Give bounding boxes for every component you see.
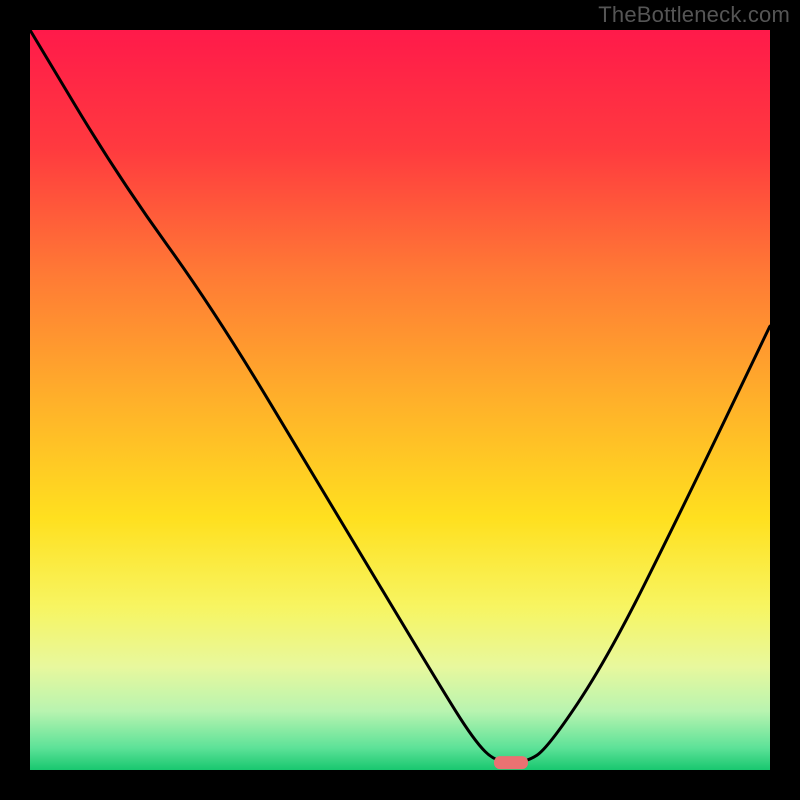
chart-frame: TheBottleneck.com xyxy=(0,0,800,800)
plot-background xyxy=(30,30,770,770)
plot-area xyxy=(30,30,770,770)
watermark-text: TheBottleneck.com xyxy=(598,2,790,28)
plot-svg xyxy=(30,30,770,770)
optimal-marker xyxy=(494,756,528,769)
